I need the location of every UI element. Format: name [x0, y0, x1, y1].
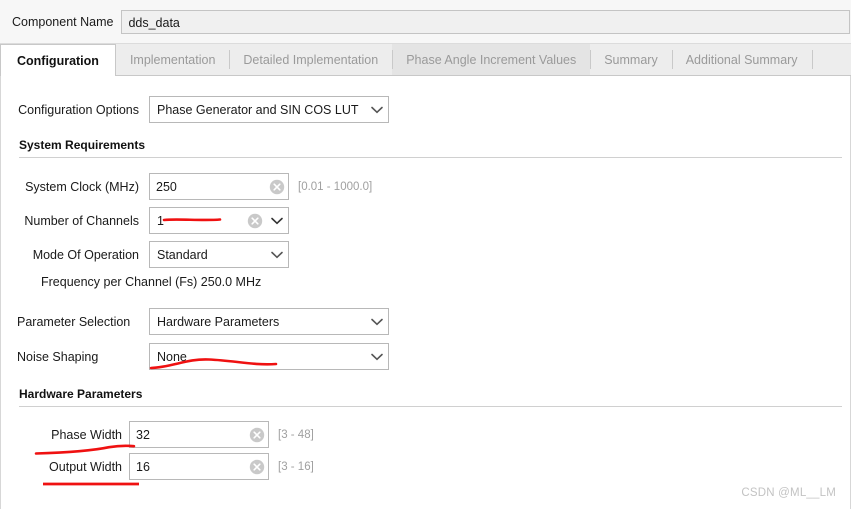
tab-label: Additional Summary [685, 52, 798, 67]
output-width-value: 16 [136, 459, 150, 474]
hardware-parameters-title: Hardware Parameters [19, 387, 143, 401]
tab-summary[interactable]: Summary [590, 44, 672, 75]
phase-width-value: 32 [136, 427, 150, 442]
phase-width-label: Phase Width [51, 427, 122, 442]
output-width-label: Output Width [49, 459, 122, 474]
mode-of-operation-value: Standard [157, 247, 208, 262]
tab-label: Detailed Implementation [243, 52, 379, 67]
section-divider [19, 157, 842, 158]
output-width-input[interactable]: 16 [129, 453, 269, 480]
hardware-parameters-section: Hardware Parameters [1, 387, 850, 407]
system-requirements-section: System Requirements [1, 138, 850, 158]
tab-strip: Configuration Implementation Detailed Im… [0, 44, 851, 76]
chevron-down-icon [366, 353, 388, 361]
phase-width-input[interactable]: 32 [129, 421, 269, 448]
phase-width-hint: [3 - 48] [278, 428, 314, 441]
noise-shaping-label: Noise Shaping [17, 349, 99, 364]
tab-additional-summary[interactable]: Additional Summary [671, 44, 812, 75]
noise-shaping-value: None [157, 349, 187, 364]
system-requirements-title: System Requirements [19, 138, 146, 152]
system-clock-row: System Clock (MHz) 250 [0.01 - 1000.0] [17, 173, 372, 200]
section-divider [19, 406, 842, 407]
tab-configuration[interactable]: Configuration [0, 44, 116, 76]
tab-label: Configuration [17, 53, 99, 68]
noise-shaping-select[interactable]: None [149, 343, 389, 370]
system-clock-label: System Clock (MHz) [25, 179, 139, 194]
clear-icon[interactable] [266, 173, 288, 200]
chevron-down-icon [366, 106, 388, 114]
chevron-down-icon [366, 318, 388, 326]
phase-width-row: Phase Width 32 [3 - 48] [17, 421, 314, 448]
number-of-channels-combo[interactable]: 1 [149, 207, 289, 234]
output-width-hint: [3 - 16] [278, 460, 314, 473]
parameter-selection-value: Hardware Parameters [157, 314, 280, 329]
mode-of-operation-label: Mode Of Operation [32, 247, 139, 262]
tab-label: Summary [604, 52, 658, 67]
tab-label: Implementation [129, 52, 216, 67]
configuration-options-select[interactable]: Phase Generator and SIN COS LUT [149, 96, 389, 123]
configuration-panel: Configuration Options Phase Generator an… [0, 76, 851, 509]
annotation-underline-output-width [41, 480, 141, 488]
configuration-options-value: Phase Generator and SIN COS LUT [157, 102, 359, 117]
number-of-channels-row: Number of Channels 1 [17, 207, 289, 234]
chevron-down-icon [266, 251, 288, 259]
component-name-input[interactable]: dds_data [121, 9, 850, 34]
clear-icon[interactable] [244, 207, 266, 234]
system-clock-hint: [0.01 - 1000.0] [298, 180, 373, 193]
tab-phase-angle-increment-values[interactable]: Phase Angle Increment Values [392, 44, 591, 75]
parameter-selection-label: Parameter Selection [17, 314, 131, 329]
component-name-bar: Component Name dds_data [0, 0, 851, 44]
number-of-channels-value: 1 [157, 213, 164, 228]
chevron-down-icon[interactable] [266, 217, 288, 225]
system-clock-value: 250 [156, 179, 177, 194]
mode-of-operation-row: Mode Of Operation Standard [17, 241, 289, 268]
parameter-selection-row: Parameter Selection Hardware Parameters [17, 308, 389, 335]
output-width-row: Output Width 16 [3 - 16] [17, 453, 314, 480]
component-name-label: Component Name [12, 14, 114, 29]
frequency-per-channel-text: Frequency per Channel (Fs) 250.0 MHz [41, 275, 262, 289]
mode-of-operation-select[interactable]: Standard [149, 241, 289, 268]
frequency-per-channel-row: Frequency per Channel (Fs) 250.0 MHz [17, 275, 261, 289]
configuration-options-row: Configuration Options Phase Generator an… [17, 96, 389, 123]
tab-strip-filler [812, 44, 851, 75]
number-of-channels-label: Number of Channels [24, 213, 139, 228]
noise-shaping-row: Noise Shaping None [17, 343, 389, 370]
system-clock-input[interactable]: 250 [149, 173, 289, 200]
watermark: CSDN @ML__LM [741, 487, 836, 499]
clear-icon[interactable] [246, 453, 268, 480]
clear-icon[interactable] [246, 421, 268, 448]
tab-label: Phase Angle Increment Values [406, 52, 577, 67]
configuration-options-label: Configuration Options [18, 102, 139, 117]
tab-implementation[interactable]: Implementation [115, 44, 230, 75]
tab-detailed-implementation[interactable]: Detailed Implementation [229, 44, 393, 75]
parameter-selection-select[interactable]: Hardware Parameters [149, 308, 389, 335]
